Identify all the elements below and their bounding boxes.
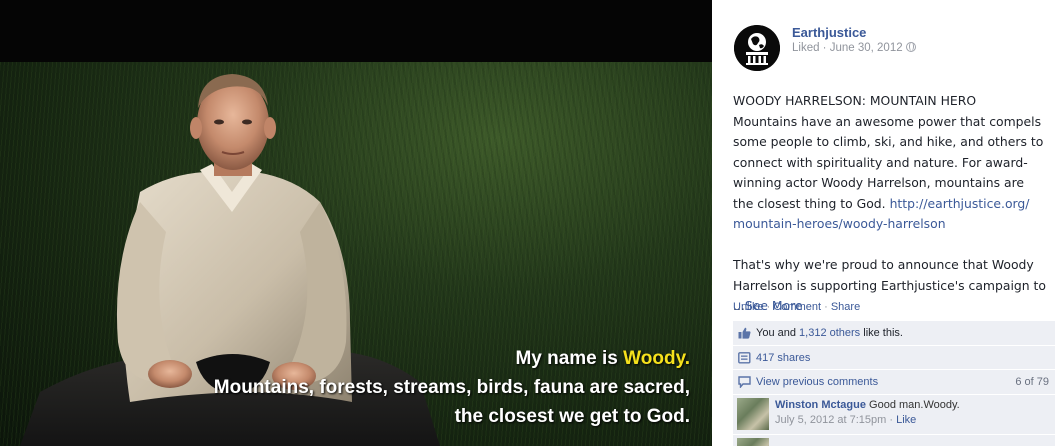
comment-item: [733, 435, 1055, 446]
commenter-avatar[interactable]: [737, 437, 769, 446]
globe-icon[interactable]: [905, 42, 916, 52]
photo-stage[interactable]: My name is Woody. Mountains, forests, st…: [0, 62, 712, 446]
shares-icon: [738, 351, 751, 364]
earthjustice-logo-icon: [734, 25, 780, 71]
thumbs-up-icon: [738, 327, 751, 339]
article-link-continued[interactable]: mountain-heroes/woody-harrelson: [733, 216, 946, 231]
comment-time[interactable]: July 5, 2012 at 7:15pm: [775, 414, 886, 426]
page-header: Earthjustice Liked · June 30, 2012: [734, 22, 1044, 74]
comment-meta: July 5, 2012 at 7:15pm · Like: [775, 413, 917, 426]
post-line: winning actor Woody Harrelson, mountains…: [733, 175, 1025, 190]
post-line: Harrelson is supporting Earthjustice's c…: [733, 277, 1046, 293]
comment-item: Winston Mctague Good man.Woody. July 5, …: [733, 395, 1055, 435]
post-actions: Unlike · Comment · Share: [733, 301, 861, 313]
earthjustice-logo-avatar[interactable]: [734, 25, 780, 71]
post-line: Mountains have an awesome power that com…: [733, 113, 1042, 129]
page-name-link[interactable]: Earthjustice: [792, 25, 866, 40]
comment-like-link[interactable]: Like: [896, 414, 916, 426]
post-line: the closest thing to God. http://earthju…: [733, 195, 1030, 211]
comment-body: Winston Mctague Good man.Woody.: [775, 399, 1055, 411]
unlike-link[interactable]: Unlike: [733, 301, 764, 313]
post-line: mountain-heroes/woody-harrelson: [733, 214, 1055, 235]
post-sidebar: Earthjustice Liked · June 30, 2012 WOODY…: [712, 0, 1055, 446]
post-meta: Liked · June 30, 2012: [792, 42, 916, 54]
comment-author-link[interactable]: Winston Mctague: [775, 399, 866, 411]
likes-row: You and 1,312 others like this.: [733, 321, 1055, 346]
caption-line-3: the closest we get to God.: [454, 406, 690, 427]
shares-link[interactable]: 417 shares: [756, 352, 810, 364]
commenter-avatar[interactable]: [737, 397, 769, 430]
share-link[interactable]: Share: [831, 301, 860, 313]
comment-link[interactable]: Comment: [773, 301, 821, 313]
comment-pager-count: 6 of 79: [1015, 376, 1049, 388]
post-date[interactable]: Liked · June 30, 2012: [792, 42, 903, 54]
caption-line-2: Mountains, forests, streams, birds, faun…: [213, 377, 690, 398]
post-text: WOODY HARRELSON: MOUNTAIN HERO Mountains…: [733, 91, 1055, 317]
post-line: That's why we're proud to announce that …: [733, 257, 1034, 272]
post-line: WOODY HARRELSON: MOUNTAIN HERO: [733, 93, 977, 108]
comment-text: Good man.Woody.: [865, 398, 960, 411]
shares-row: 417 shares: [733, 346, 1055, 370]
comment-bubble-icon: [738, 376, 751, 388]
view-previous-comments-link[interactable]: View previous comments: [756, 376, 878, 388]
feedback-box: You and 1,312 others like this. 417 shar…: [733, 321, 1055, 446]
article-link[interactable]: http://earthjustice.org/: [890, 196, 1030, 211]
post-line: some people to climb, ski, and hike, and…: [733, 134, 1044, 149]
photo-viewer: My name is Woody. Mountains, forests, st…: [0, 0, 712, 446]
caption-line-1: My name is Woody.: [515, 348, 690, 369]
likers-link[interactable]: 1,312 others: [799, 327, 860, 339]
photo-caption: My name is Woody. Mountains, forests, st…: [214, 344, 690, 431]
post-line: connect with spirituality and nature. Fo…: [733, 154, 1028, 170]
view-previous-row: View previous comments 6 of 79: [733, 370, 1055, 395]
caption-highlight: Woody.: [623, 348, 690, 369]
